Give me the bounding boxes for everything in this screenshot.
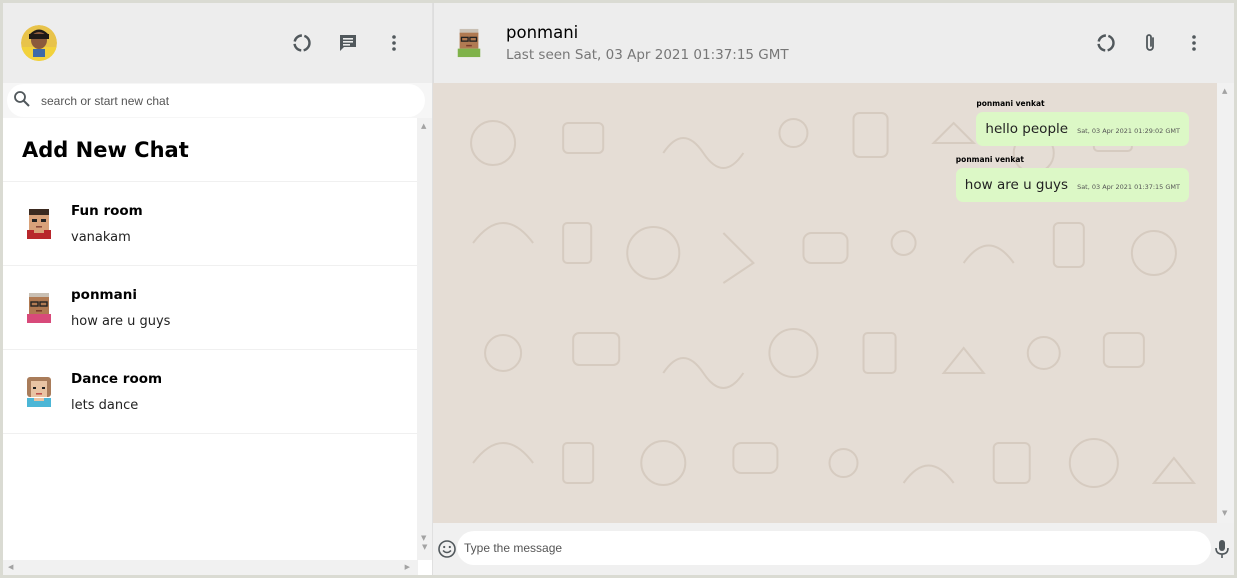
sidebar-header-icons (290, 31, 406, 55)
search-bar (3, 83, 432, 118)
search-icon (13, 90, 31, 112)
emoji-icon[interactable] (435, 537, 459, 561)
user-avatar[interactable] (21, 25, 57, 61)
chat-name: ponmani (71, 286, 137, 303)
contact-avatar[interactable] (454, 26, 484, 60)
chat-vertical-scrollbar[interactable]: ▲ ▼ (1217, 83, 1234, 523)
message-bubble[interactable]: how are u guys Sat, 03 Apr 2021 01:37:15… (955, 168, 1189, 202)
status-icon[interactable] (290, 31, 314, 55)
chat-name: Fun room (71, 202, 143, 219)
chat-last-message: how are u guys (71, 313, 171, 329)
sidebar-horizontal-scrollbar[interactable]: ◀ ▶ (3, 560, 418, 575)
scroll-right-arrow-icon[interactable]: ▶ (405, 564, 410, 571)
chat-panel: ponmani Last seen Sat, 03 Apr 2021 01:37… (422, 3, 1234, 575)
scroll-left-arrow-icon[interactable]: ◀ (8, 564, 13, 571)
sidebar-header (3, 3, 432, 83)
message-timestamp: Sat, 03 Apr 2021 01:29:02 GMT (1077, 127, 1180, 135)
message-area: ponmani venkat hello people Sat, 03 Apr … (433, 83, 1234, 523)
chat-background-doodle (470, 112, 1197, 488)
message-timestamp: Sat, 03 Apr 2021 01:37:15 GMT (1077, 183, 1180, 191)
add-new-chat-label: Add New Chat (22, 137, 189, 162)
chat-header-icons (1094, 31, 1206, 55)
message-sender: ponmani venkat (955, 155, 1025, 164)
mic-icon[interactable] (1210, 537, 1234, 561)
boy-avatar (23, 206, 55, 242)
message-text: hello people (985, 121, 1069, 137)
chat-last-message: lets dance (71, 397, 139, 413)
message-input-box (457, 531, 1211, 565)
scroll-down-arrow-icon[interactable]: ▼ (421, 535, 426, 542)
contact-name: ponmani (506, 23, 579, 42)
chat-icon[interactable] (336, 31, 360, 55)
scroll-down-arrow-icon[interactable]: ▼ (1222, 510, 1227, 517)
message-composer: ▼ (422, 523, 1234, 575)
message-input[interactable] (464, 541, 1164, 555)
chat-header: ponmani Last seen Sat, 03 Apr 2021 01:37… (433, 3, 1234, 83)
whatsapp-clone-app: Add New Chat Fun room vanakam (3, 3, 1234, 575)
message-bubble[interactable]: hello people Sat, 03 Apr 2021 01:29:02 G… (976, 112, 1189, 146)
sidebar: Add New Chat Fun room vanakam (3, 3, 433, 575)
girl-avatar (23, 374, 55, 410)
chat-item-dance-room[interactable]: Dance room lets dance (3, 350, 418, 434)
add-new-chat[interactable]: Add New Chat (3, 118, 418, 182)
chat-item-ponmani[interactable]: ponmani how are u guys (3, 266, 418, 350)
message-text: how are u guys (964, 177, 1069, 193)
scroll-up-arrow-icon[interactable]: ▲ (421, 123, 426, 130)
chat-name: Dance room (71, 370, 163, 387)
message-sent: ponmani venkat how are u guys Sat, 03 Ap… (955, 155, 1189, 202)
message-sent: ponmani venkat hello people Sat, 03 Apr … (976, 99, 1189, 146)
search-box (7, 84, 425, 117)
chat-list: Add New Chat Fun room vanakam ponmani ho… (3, 118, 418, 575)
chat-last-message: vanakam (71, 229, 131, 245)
message-sender: ponmani venkat (976, 99, 1045, 108)
more-vert-icon[interactable] (1182, 31, 1206, 55)
sidebar-vertical-scrollbar[interactable]: ▲ ▼ (417, 118, 432, 560)
attach-icon[interactable] (1138, 31, 1162, 55)
scroll-up-arrow-icon[interactable]: ▲ (1222, 88, 1227, 95)
chat-item-fun-room[interactable]: Fun room vanakam (3, 182, 418, 266)
status-icon[interactable] (1094, 31, 1118, 55)
scroll-down-arrow-icon: ▼ (422, 543, 428, 551)
last-seen: Last seen Sat, 03 Apr 2021 01:37:15 GMT (506, 47, 789, 63)
search-input[interactable] (41, 93, 401, 108)
more-vert-icon[interactable] (382, 31, 406, 55)
glasses-avatar (23, 290, 55, 326)
